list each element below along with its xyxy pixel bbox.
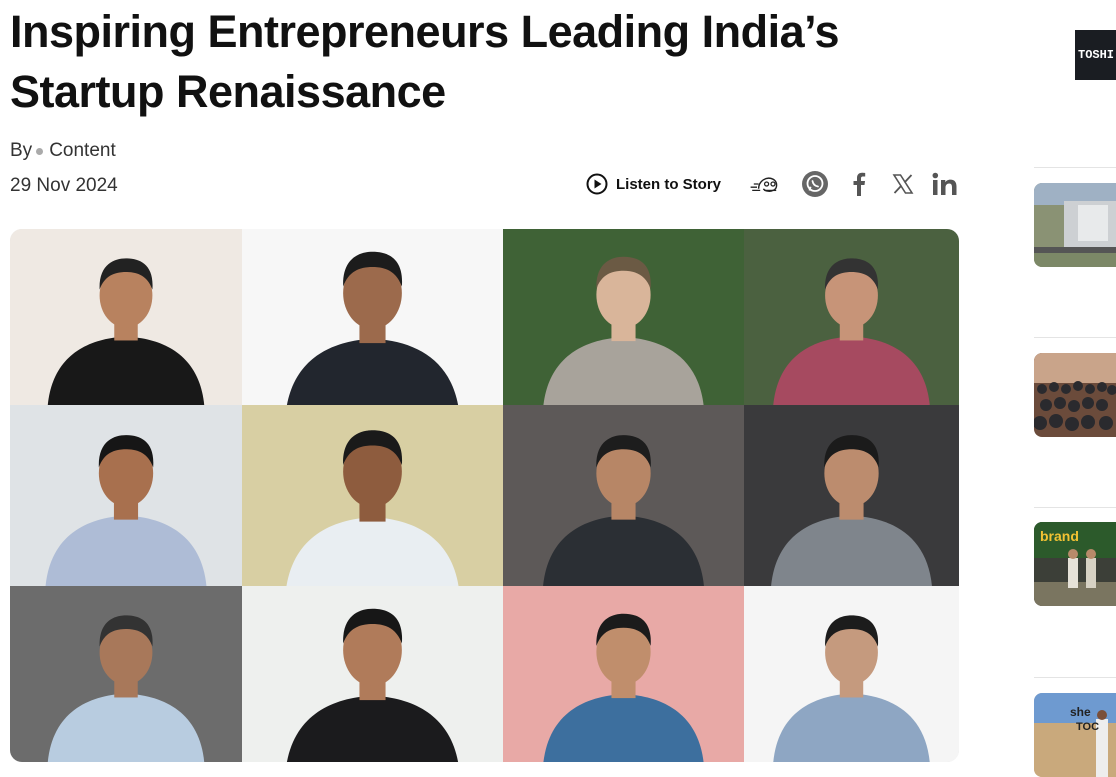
entrepreneur-portrait — [503, 229, 744, 405]
sidebar-story-thumb[interactable] — [1034, 353, 1116, 437]
entrepreneur-portrait — [744, 229, 959, 405]
facebook-icon — [853, 172, 866, 196]
rail-divider — [1034, 167, 1116, 168]
x-share-button[interactable] — [887, 168, 919, 200]
portrait-tile — [242, 586, 503, 762]
portrait-tile — [503, 229, 744, 405]
x-icon — [892, 174, 914, 194]
entrepreneur-portrait — [503, 405, 744, 586]
author-link[interactable]: Content — [49, 140, 116, 162]
portrait-tile — [242, 405, 503, 586]
share-bar: Listen to Story — [586, 168, 961, 200]
article-headline: Inspiring Entrepreneurs Leading India’s … — [10, 6, 839, 117]
entrepreneur-portrait — [10, 405, 242, 586]
portrait-tile — [744, 405, 959, 586]
rail-divider — [1034, 507, 1116, 508]
publish-date: 29 Nov 2024 — [10, 175, 118, 196]
sidebar-story-thumb[interactable] — [1034, 183, 1116, 267]
portrait-tile — [503, 405, 744, 586]
entrepreneur-portrait — [242, 229, 503, 405]
by-label: By — [10, 140, 33, 161]
aerial-factory-image — [1034, 183, 1116, 267]
linkedin-share-button[interactable] — [929, 168, 961, 200]
entrepreneur-portrait — [10, 586, 242, 762]
brand-event-label: brand — [1040, 528, 1079, 544]
entrepreneur-portrait — [242, 405, 503, 586]
rail-divider — [1034, 677, 1116, 678]
author-dot — [36, 147, 44, 155]
entrepreneur-portrait — [10, 229, 242, 405]
entrepreneur-portrait — [503, 586, 744, 762]
entrepreneur-portrait — [744, 586, 959, 762]
hero-image-collage — [10, 229, 959, 762]
facebook-share-button[interactable] — [843, 168, 875, 200]
share-hands-icon — [750, 177, 778, 192]
entrepreneur-portrait — [744, 405, 959, 586]
listen-to-story-button[interactable]: Listen to Story — [586, 173, 721, 195]
portrait-tile — [10, 229, 242, 405]
listen-label: Listen to Story — [616, 175, 722, 193]
entrepreneur-portrait — [242, 586, 503, 762]
whatsapp-share-button[interactable] — [799, 168, 831, 200]
portrait-tile — [503, 586, 744, 762]
portrait-tile — [744, 229, 959, 405]
play-circle-icon — [586, 173, 608, 195]
she-event-sublabel: TOC — [1076, 721, 1100, 733]
sidebar-story-thumb[interactable]: brand — [1034, 522, 1116, 606]
sidebar-story-thumb[interactable]: she TOC — [1034, 693, 1116, 777]
portrait-tile — [10, 405, 242, 586]
byline: By Content — [10, 140, 116, 162]
portrait-tile — [242, 229, 503, 405]
crowd-group-image — [1034, 353, 1116, 437]
ad-text: TOSHI — [1078, 48, 1115, 62]
she-event-label: she — [1070, 705, 1091, 719]
portrait-tile — [10, 586, 242, 762]
rail-divider — [1034, 337, 1116, 338]
share-button[interactable] — [749, 168, 781, 200]
portrait-tile — [744, 586, 959, 762]
sidebar-ad[interactable]: TOSHI — [1075, 30, 1116, 80]
linkedin-icon — [932, 172, 957, 195]
whatsapp-icon — [802, 171, 829, 197]
